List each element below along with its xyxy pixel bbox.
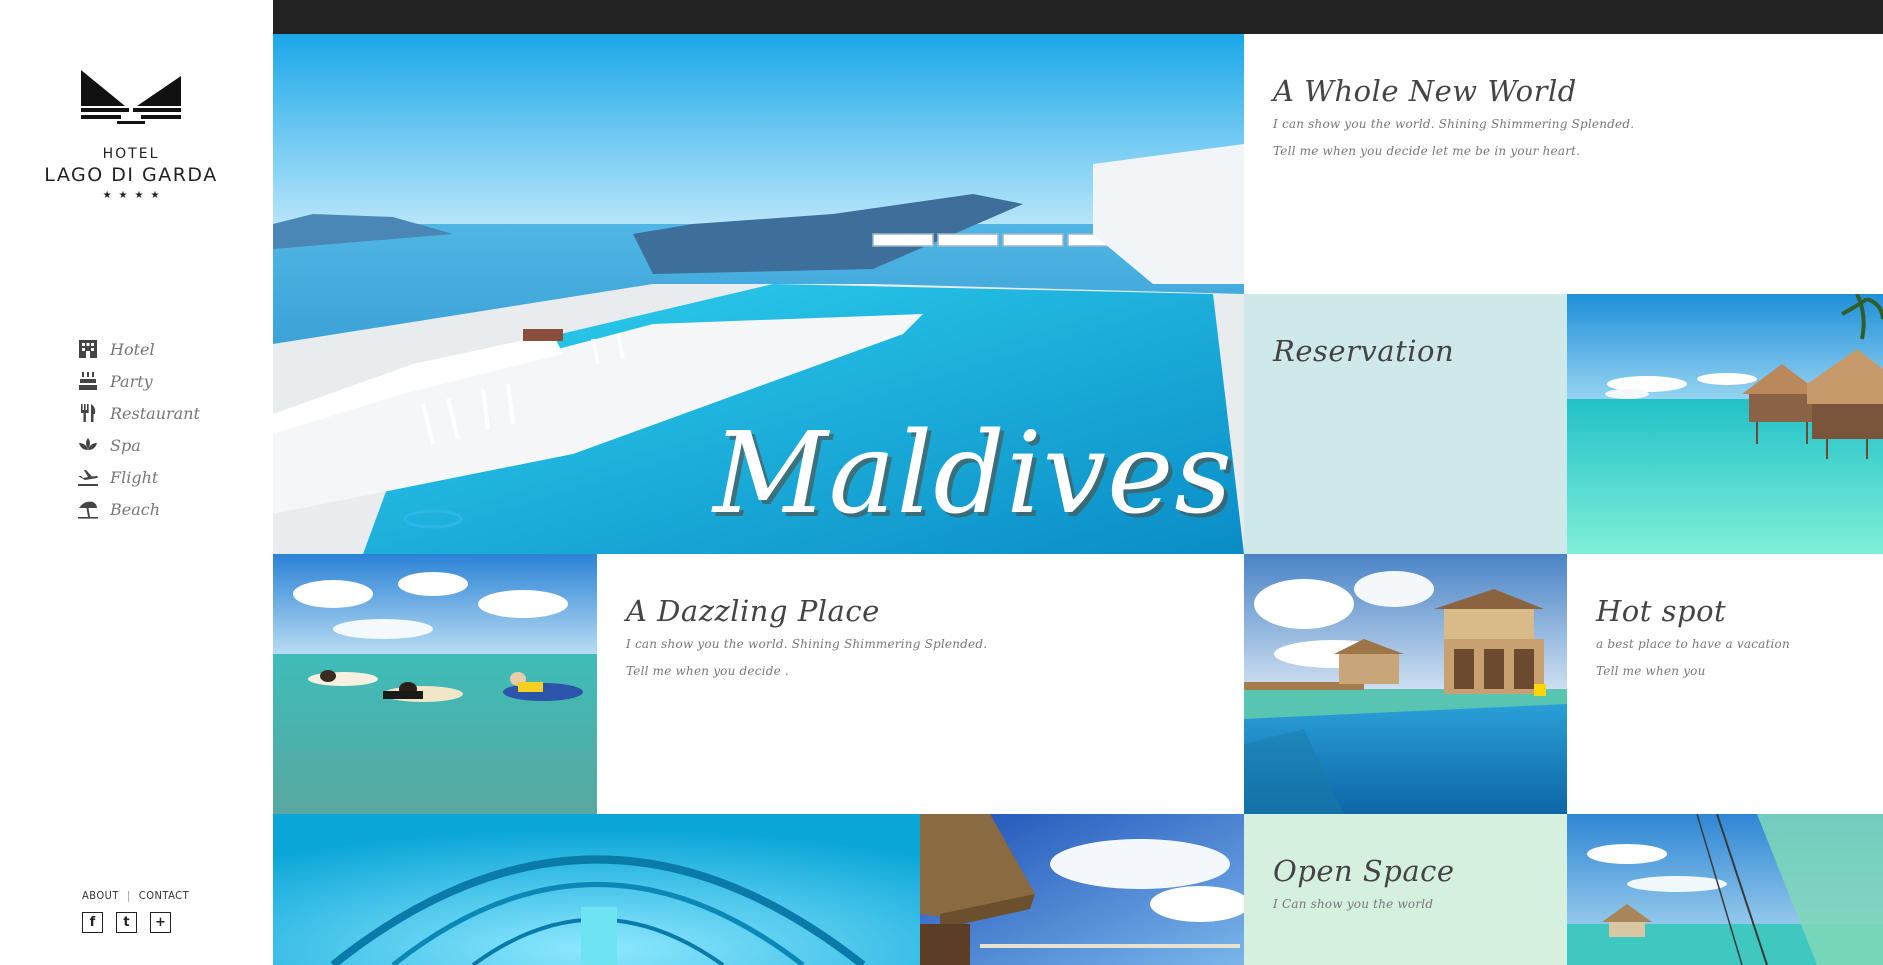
tile-title: Hot spot (1596, 594, 1727, 628)
tile-text: Tell me when you decide let me be in you… (1273, 144, 1581, 158)
nav-item-label: Hotel (110, 339, 155, 359)
nav-item-beach[interactable]: Beach (76, 493, 200, 525)
reservation-title: Reservation (1273, 334, 1455, 368)
tile-title: A Dazzling Place (626, 594, 880, 628)
hero-caption: Maldives (713, 409, 1233, 539)
hot-spot-tile[interactable]: Hot spot a best place to have a vacation… (1567, 554, 1883, 814)
plane-icon (76, 467, 100, 487)
cake-icon (76, 371, 100, 391)
roof-photo (920, 814, 1244, 965)
hotel-logo[interactable]: HOTEL LAGO DI GARDA ★★★★ (0, 68, 262, 201)
logo-mark-icon (81, 70, 181, 124)
thatched-roof-image[interactable] (920, 814, 1244, 965)
tile-text: I Can show you the world (1273, 897, 1434, 911)
main-nav: Hotel Party Restaurant Spa Flight Beach (76, 333, 200, 525)
hotel-icon (76, 339, 100, 359)
underwater-restaurant-image[interactable] (273, 814, 920, 965)
about-link[interactable]: ABOUT (82, 889, 119, 902)
hero-image-tile[interactable]: Maldives (273, 34, 1244, 554)
beach-hut-image[interactable] (1567, 814, 1883, 965)
contact-link[interactable]: CONTACT (139, 889, 189, 902)
plus-icon[interactable]: + (150, 912, 171, 933)
nav-item-label: Party (110, 371, 153, 391)
facebook-icon[interactable]: f (82, 912, 103, 933)
lotus-icon (76, 435, 100, 455)
resort-pool-image[interactable] (1244, 554, 1567, 814)
sidebar: HOTEL LAGO DI GARDA ★★★★ Hotel Party Res… (0, 0, 273, 965)
nav-item-hotel[interactable]: Hotel (76, 333, 200, 365)
underwater-photo (273, 814, 920, 965)
tile-title: A Whole New World (1273, 74, 1577, 108)
nav-item-flight[interactable]: Flight (76, 461, 200, 493)
bungalow-photo (1567, 294, 1883, 554)
whole-new-world-tile[interactable]: A Whole New World I can show you the wor… (1244, 34, 1883, 294)
nav-item-spa[interactable]: Spa (76, 429, 200, 461)
nav-item-party[interactable]: Party (76, 365, 200, 397)
tile-text: I can show you the world. Shining Shimme… (1273, 117, 1635, 131)
resort-photo (1244, 554, 1567, 814)
nav-item-label: Beach (110, 499, 161, 519)
nav-item-label: Flight (110, 467, 159, 487)
logo-name-text: LAGO DI GARDA (44, 164, 218, 186)
open-space-tile[interactable]: Open Space I Can show you the world (1244, 814, 1567, 965)
hut-photo (1567, 814, 1883, 965)
tile-text: a best place to have a vacation (1596, 637, 1790, 651)
tile-text: I can show you the world. Shining Shimme… (626, 637, 988, 651)
umbrella-icon (76, 499, 100, 519)
footer-links: ABOUT | CONTACT (82, 889, 189, 902)
snorkel-photo (273, 554, 597, 814)
dazzling-place-tile[interactable]: A Dazzling Place I can show you the worl… (597, 554, 1244, 814)
nav-item-label: Spa (110, 435, 141, 455)
logo-stars: ★★★★ (102, 190, 167, 201)
logo-hotel-text: HOTEL (102, 146, 160, 162)
tile-text: Tell me when you (1596, 664, 1706, 678)
nav-item-restaurant[interactable]: Restaurant (76, 397, 200, 429)
nav-item-label: Restaurant (110, 403, 200, 423)
snorkeling-image[interactable] (273, 554, 597, 814)
tile-text: Tell me when you decide . (626, 664, 789, 678)
top-bar (273, 0, 1883, 34)
tile-title: Open Space (1273, 854, 1455, 888)
reservation-tile[interactable]: Reservation (1244, 294, 1567, 554)
social-links: f t + (82, 912, 171, 933)
footer-divider: | (126, 889, 131, 902)
fork-knife-icon (76, 403, 100, 423)
twitter-icon[interactable]: t (116, 912, 137, 933)
overwater-bungalow-image[interactable] (1567, 294, 1883, 554)
